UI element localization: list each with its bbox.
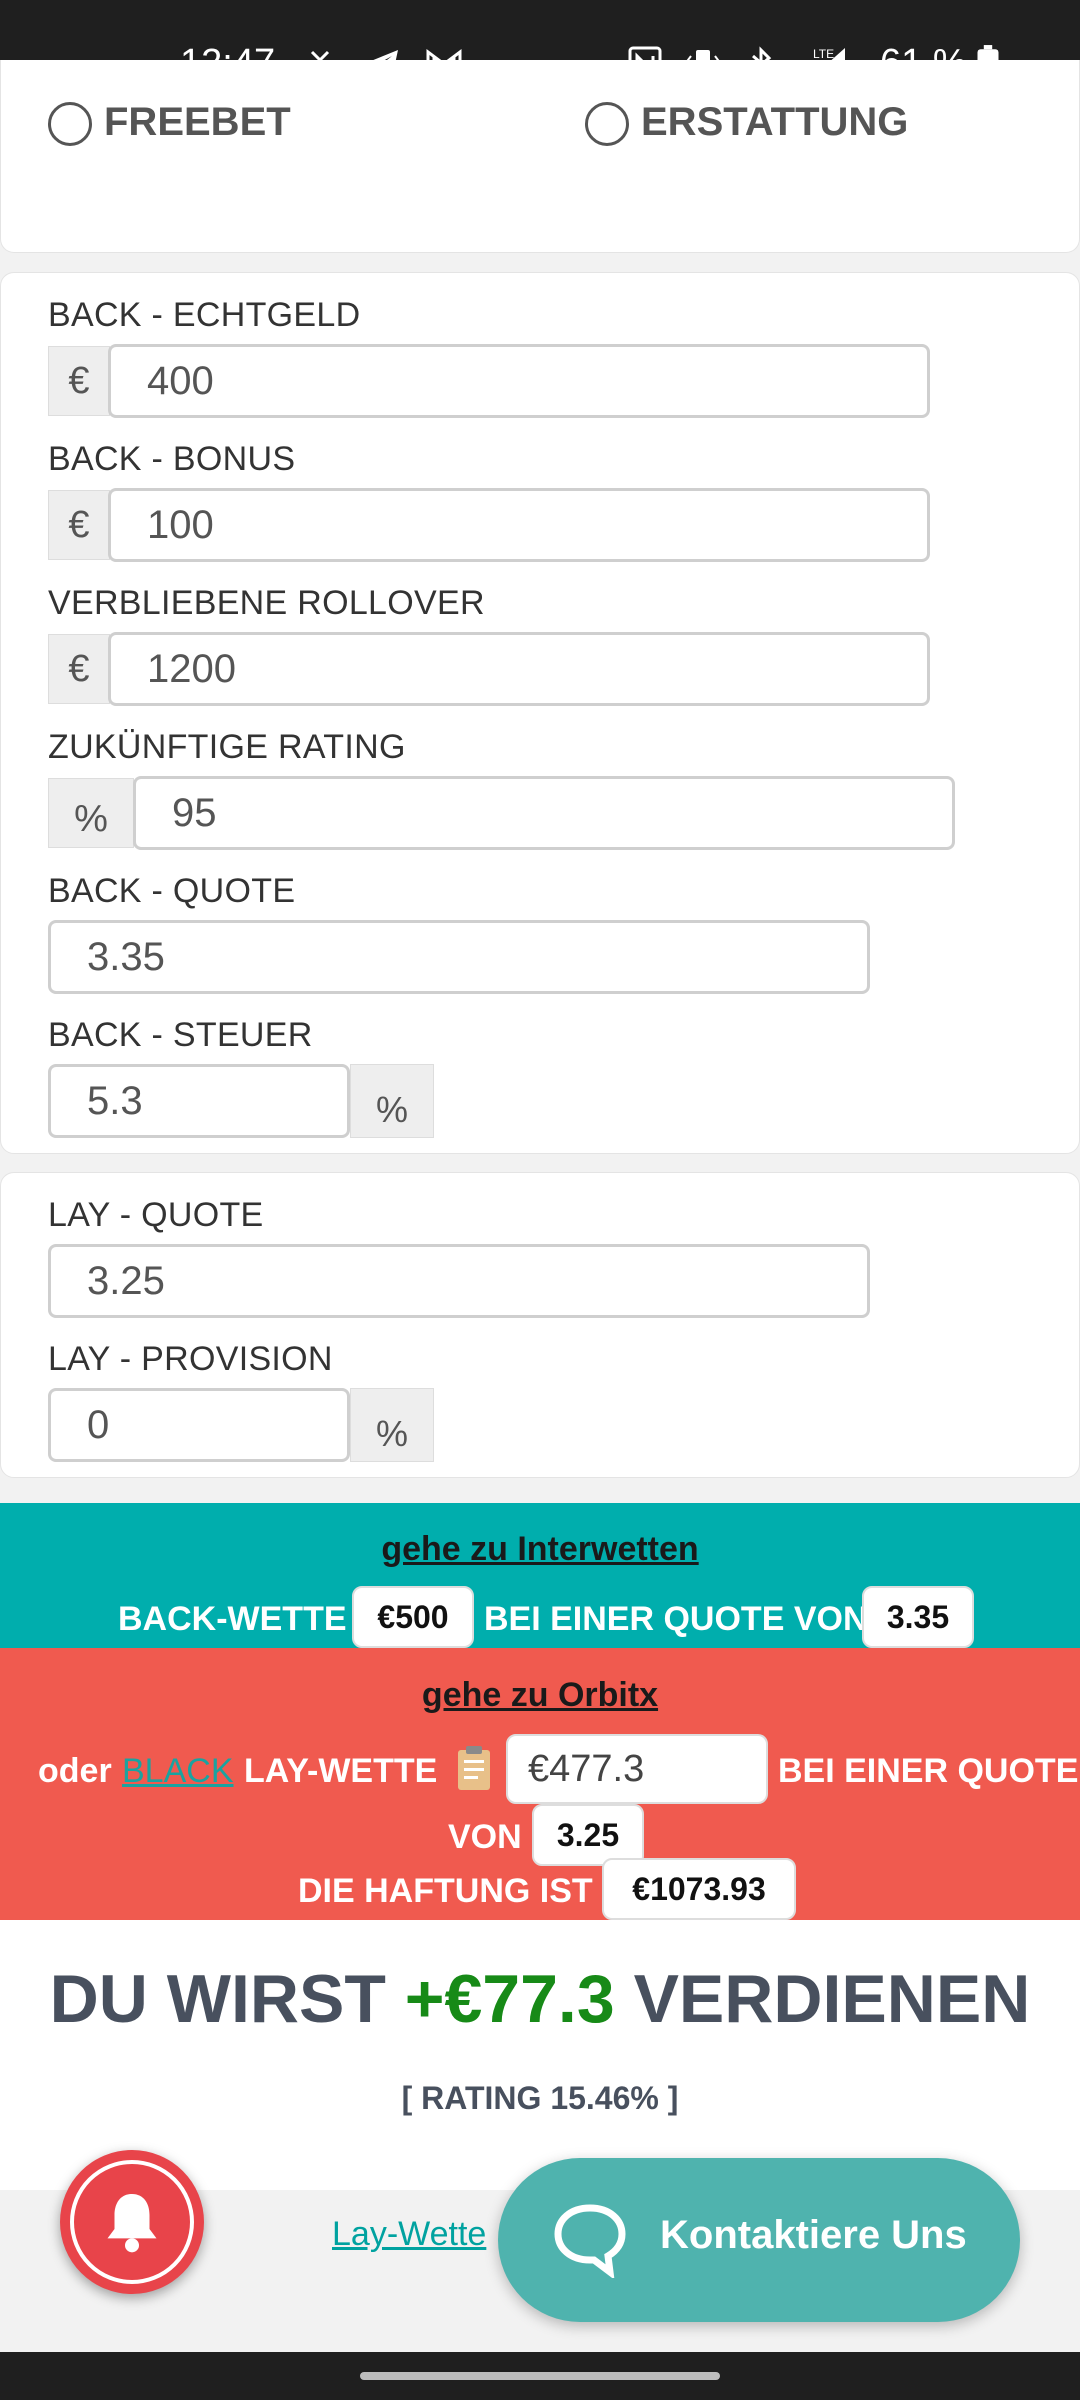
- result-section: DU WIRST +€77.3 VERDIENEN [ RATING 15.46…: [0, 1920, 1080, 2190]
- rollover-input[interactable]: 1200: [108, 632, 930, 706]
- lay-wette-link[interactable]: Lay-Wette: [332, 2215, 486, 2254]
- svg-text:LTE: LTE: [813, 47, 834, 61]
- notification-bell-button[interactable]: [60, 2150, 204, 2294]
- lay-bet-text: LAY-WETTE: [244, 1752, 438, 1790]
- freebet-label: FREEBET: [104, 100, 291, 144]
- back-stake-badge: €500: [352, 1586, 474, 1648]
- future-rating-label: ZUKÜNFTIGE RATING: [48, 728, 406, 766]
- system-nav-bar: [0, 2352, 1080, 2400]
- black-link[interactable]: BLACK: [122, 1752, 234, 1791]
- back-tax-input[interactable]: 5.3: [48, 1064, 350, 1138]
- lay-quote-label: LAY - QUOTE: [48, 1196, 264, 1234]
- back-bonus-input[interactable]: 100: [108, 488, 930, 562]
- back-quote-input[interactable]: 3.35: [48, 920, 870, 994]
- erstattung-radio[interactable]: [585, 102, 629, 146]
- oder-text: oder: [38, 1752, 112, 1790]
- clipboard-icon[interactable]: [454, 1744, 494, 1792]
- rollover-label: VERBLIEBENE ROLLOVER: [48, 584, 485, 622]
- contact-us-label: Kontaktiere Uns: [660, 2213, 967, 2257]
- profit-headline: DU WIRST +€77.3 VERDIENEN: [0, 1960, 1080, 2038]
- percent-prefix: %: [48, 778, 134, 848]
- liability-text: DIE HAFTUNG IST: [298, 1872, 593, 1910]
- freebet-radio[interactable]: [48, 102, 92, 146]
- chat-bubble-icon: [554, 2204, 626, 2278]
- back-echtgeld-input[interactable]: 400: [108, 344, 930, 418]
- interwetten-link[interactable]: gehe zu Interwetten: [0, 1530, 1080, 1569]
- lay-commission-input[interactable]: 0: [48, 1388, 350, 1462]
- back-odds-text: BEI EINER QUOTE VON: [484, 1600, 868, 1638]
- erstattung-label: ERSTATTUNG: [641, 100, 909, 144]
- back-tax-label: BACK - STEUER: [48, 1016, 313, 1054]
- euro-prefix: €: [48, 634, 110, 704]
- back-odds-badge: 3.35: [862, 1586, 974, 1648]
- profit-suffix: VERDIENEN: [633, 1961, 1031, 2037]
- lay-quote-input[interactable]: 3.25: [48, 1244, 870, 1318]
- percent-suffix: %: [350, 1388, 434, 1462]
- lay-commission-label: LAY - PROVISION: [48, 1340, 333, 1378]
- percent-suffix: %: [350, 1064, 434, 1138]
- back-bonus-label: BACK - BONUS: [48, 440, 296, 478]
- euro-prefix: €: [48, 346, 110, 416]
- euro-prefix: €: [48, 490, 110, 560]
- liability-badge: €1073.93: [602, 1858, 796, 1920]
- rating-text: [ RATING 15.46% ]: [401, 2080, 679, 2116]
- lay-stake-field[interactable]: €477.3: [506, 1734, 768, 1804]
- profit-amount: +€77.3: [404, 1961, 615, 2037]
- orbitx-link[interactable]: gehe zu Orbitx: [0, 1676, 1080, 1715]
- back-bet-text: BACK-WETTE: [118, 1600, 347, 1638]
- contact-us-button[interactable]: Kontaktiere Uns: [498, 2158, 1020, 2322]
- future-rating-input[interactable]: 95: [133, 776, 955, 850]
- lay-odds-text-1: BEI EINER QUOTE: [778, 1752, 1079, 1790]
- lay-odds-text-2: VON: [448, 1818, 522, 1856]
- lay-odds-badge: 3.25: [532, 1804, 644, 1866]
- bell-icon: [107, 2194, 157, 2253]
- back-echtgeld-label: BACK - ECHTGELD: [48, 296, 361, 334]
- bet-type-card: [0, 60, 1080, 253]
- back-quote-label: BACK - QUOTE: [48, 872, 296, 910]
- home-gesture-handle[interactable]: [360, 2372, 720, 2380]
- profit-prefix: DU WIRST: [49, 1961, 386, 2037]
